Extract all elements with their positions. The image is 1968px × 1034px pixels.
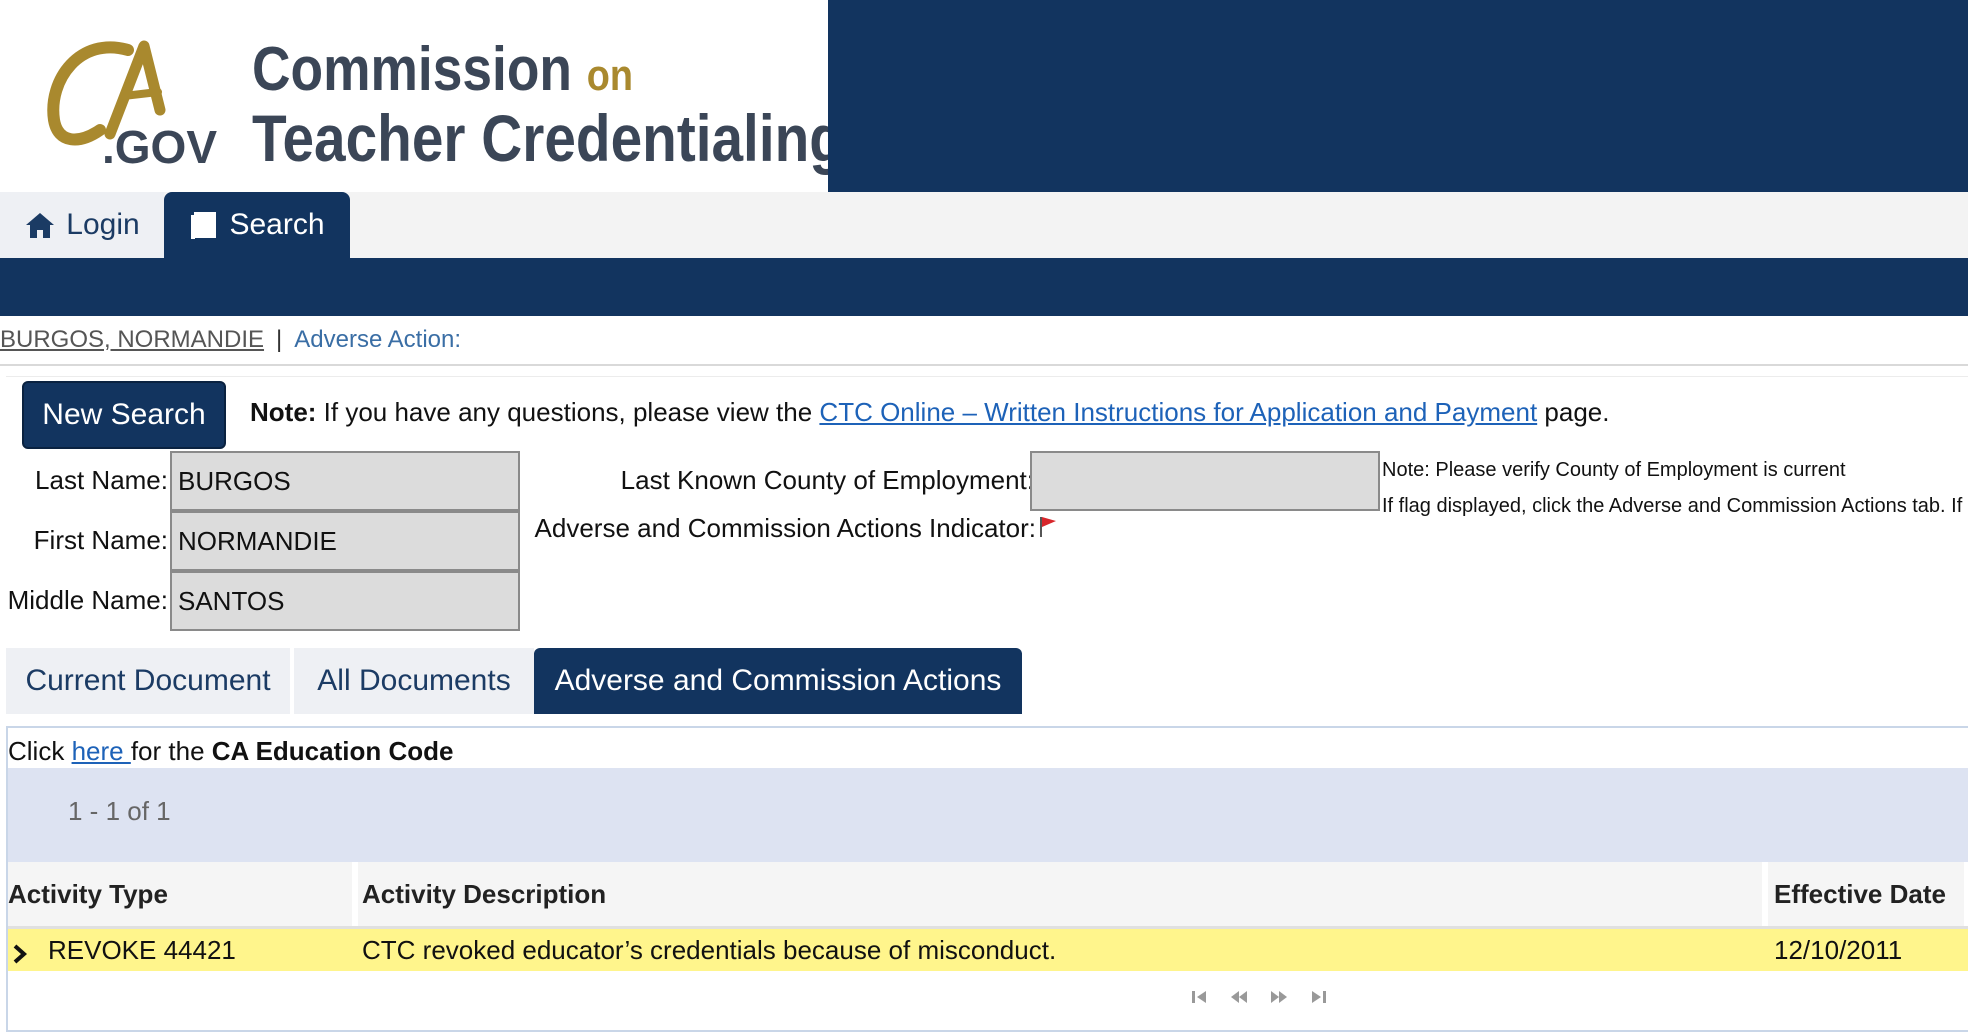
help-note-text: If you have any questions, please view t… bbox=[316, 397, 820, 427]
pager-nav bbox=[1190, 988, 1328, 1006]
site-title-line2: Teacher Credentialing bbox=[252, 101, 844, 175]
tab-current-document[interactable]: Current Document bbox=[6, 648, 290, 714]
tab-all-documents[interactable]: All Documents bbox=[294, 648, 534, 714]
table-row[interactable]: REVOKE 44421 CTC revoked educator’s cred… bbox=[8, 929, 1968, 971]
site-header: .GOV Commission on Teacher Credentialing bbox=[0, 0, 1968, 192]
help-note-bold: Note: bbox=[250, 397, 317, 427]
breadcrumb-divider bbox=[0, 364, 1968, 366]
person-info-panel: New Search Note: If you have any questio… bbox=[6, 376, 1968, 639]
column-activity-type[interactable]: Activity Type bbox=[8, 862, 348, 926]
help-note-tail: page. bbox=[1537, 397, 1610, 427]
breadcrumb: BURGOS, NORMANDIE | Adverse Action: bbox=[0, 326, 461, 356]
help-note: Note: If you have any questions, please … bbox=[250, 397, 1609, 428]
last-page-icon[interactable] bbox=[1310, 988, 1328, 1006]
document-icon bbox=[191, 212, 217, 239]
nav-search-label: Search bbox=[229, 208, 325, 241]
main-nav: Login Search bbox=[0, 192, 1968, 258]
title-on: on bbox=[586, 51, 634, 100]
cell-effective-date: 12/10/2011 bbox=[1774, 934, 1903, 965]
column-divider bbox=[1964, 862, 1968, 926]
chevron-right-icon[interactable] bbox=[12, 943, 28, 965]
next-page-icon[interactable] bbox=[1270, 988, 1288, 1006]
column-effective-date[interactable]: Effective Date bbox=[1774, 862, 1964, 926]
breadcrumb-person-link[interactable]: BURGOS, NORMANDIE bbox=[0, 326, 264, 353]
click-prefix: Click bbox=[8, 736, 72, 766]
nav-sub-bar bbox=[0, 258, 1968, 316]
column-divider bbox=[1762, 862, 1768, 926]
click-middle: for the bbox=[130, 736, 212, 766]
new-search-button[interactable]: New Search bbox=[22, 381, 226, 449]
middle-name-label: Middle Name: bbox=[7, 585, 168, 615]
cell-activity-description: CTC revoked educator’s credentials becau… bbox=[362, 934, 1057, 965]
nav-login-label: Login bbox=[66, 208, 140, 241]
prev-page-icon[interactable] bbox=[1230, 988, 1248, 1006]
column-activity-description[interactable]: Activity Description bbox=[362, 862, 1762, 926]
middle-name-field[interactable]: SANTOS bbox=[170, 571, 520, 631]
education-code-label: CA Education Code bbox=[211, 736, 454, 766]
red-flag-icon bbox=[1040, 517, 1056, 537]
cell-activity-type: REVOKE 44421 bbox=[48, 934, 236, 965]
first-name-label: First Name: bbox=[33, 525, 168, 555]
tab-adverse-actions[interactable]: Adverse and Commission Actions bbox=[534, 648, 1022, 714]
pager-band: 1 - 1 of 1 bbox=[8, 768, 1968, 862]
county-label: Last Known County of Employment: bbox=[620, 465, 1034, 495]
header-banner bbox=[828, 0, 1968, 192]
county-field[interactable] bbox=[1030, 451, 1380, 511]
breadcrumb-separator: | bbox=[276, 326, 283, 353]
last-name-label: Last Name: bbox=[35, 465, 168, 495]
county-note: Note: Please verify County of Employment… bbox=[1382, 459, 1846, 481]
first-page-icon[interactable] bbox=[1190, 988, 1208, 1006]
site-title-line1: Commission on bbox=[252, 34, 633, 105]
nav-search[interactable]: Search bbox=[164, 192, 350, 258]
indicator-label: Adverse and Commission Actions Indicator… bbox=[534, 513, 1036, 543]
education-code-link[interactable]: here bbox=[72, 736, 131, 766]
nav-login[interactable]: Login bbox=[0, 192, 164, 258]
breadcrumb-current: Adverse Action: bbox=[294, 326, 462, 353]
table-header: Activity Type Activity Description Effec… bbox=[8, 862, 1968, 929]
last-name-field[interactable]: BURGOS bbox=[170, 451, 520, 511]
title-commission: Commission bbox=[252, 35, 572, 104]
home-icon bbox=[26, 213, 55, 238]
first-name-field[interactable]: NORMANDIE bbox=[170, 511, 520, 571]
pager-count: 1 - 1 of 1 bbox=[68, 796, 171, 826]
column-divider bbox=[352, 862, 358, 926]
instructions-link[interactable]: CTC Online – Written Instructions for Ap… bbox=[819, 397, 1537, 427]
flag-note: If flag displayed, click the Adverse and… bbox=[1382, 495, 1963, 517]
actions-results: Click here for the CA Education Code 1 -… bbox=[6, 726, 1968, 1032]
logo-suffix: .GOV bbox=[102, 121, 218, 173]
education-code-line: Click here for the CA Education Code bbox=[8, 736, 453, 767]
header-logo-area: .GOV Commission on Teacher Credentialing bbox=[0, 0, 844, 192]
